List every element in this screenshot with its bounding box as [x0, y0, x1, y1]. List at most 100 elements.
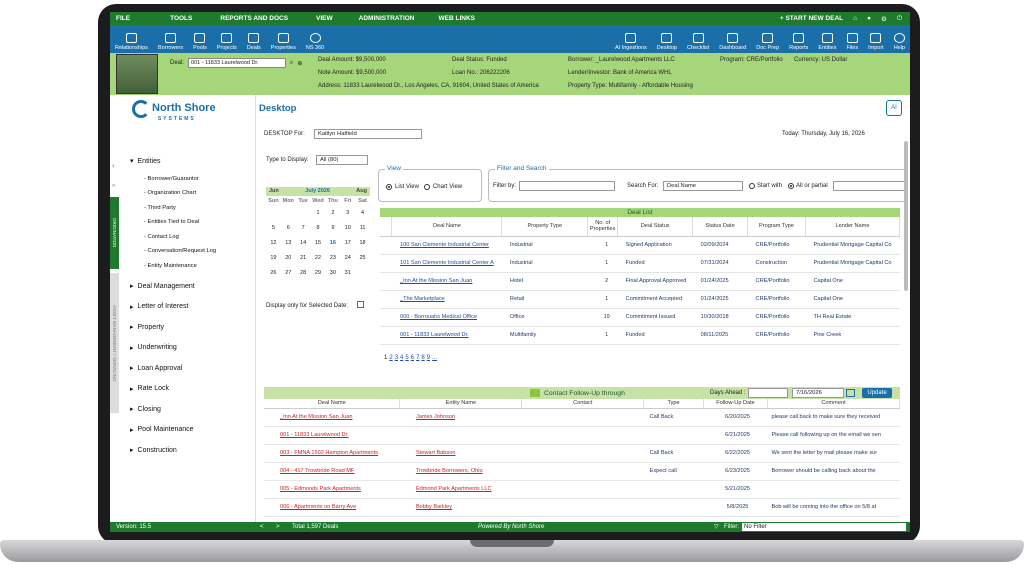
deal-row[interactable]: 001 - 11833 Laurelwood Dr. Multifamily 1 Fu…	[380, 326, 900, 345]
followup-deal-link[interactable]: 003 - FMNA 1502 Hampton Apartments	[264, 444, 400, 463]
calendar-day[interactable]: 7	[296, 221, 311, 236]
calendar-day[interactable]: 22	[311, 251, 326, 266]
followup-row[interactable]: 006 - Apartments on Barry Ave Bobby Barkl…	[264, 498, 900, 517]
menu-tools[interactable]: TOOLS	[164, 15, 204, 22]
desktop-scrollbar[interactable]	[904, 141, 908, 291]
cf-col-contact[interactable]: Contact	[521, 399, 645, 409]
settings-icon[interactable]: ⚙	[881, 15, 887, 23]
followup-entity-link[interactable]: Edmond Park Apartments LLC	[399, 480, 522, 499]
calendar-day[interactable]: 31	[340, 266, 355, 281]
calendar-day[interactable]: 6	[281, 221, 296, 236]
menu-view[interactable]: VIEW	[310, 15, 345, 22]
page-link[interactable]: 4	[400, 355, 403, 361]
user-icon[interactable]: ●	[867, 15, 871, 22]
search-for-select[interactable]: Deal Name	[663, 181, 743, 191]
nav-loan-approval[interactable]: ▸ Loan Approval	[130, 358, 216, 379]
followup-deal-link[interactable]: 001 - 11833 Laurelwood Dr.	[264, 426, 400, 445]
cf-col-type[interactable]: Type	[643, 399, 705, 409]
tab-origination[interactable]: ORIGINATION	[110, 197, 119, 269]
deal-name-link[interactable]: 001 - 11833 Laurelwood Dr.	[391, 326, 502, 345]
calendar-day[interactable]: 29	[311, 266, 326, 281]
next-page-icon[interactable]: >	[276, 522, 280, 532]
nav-pool-maintenance[interactable]: ▸ Pool Maintenance	[130, 420, 216, 441]
start-new-deal-button[interactable]: + START NEW DEAL	[780, 15, 843, 22]
list-view-radio[interactable]	[386, 184, 392, 190]
deal-row-select[interactable]	[380, 290, 392, 309]
calendar-day[interactable]: 28	[296, 266, 311, 281]
calendar-day[interactable]: 23	[325, 251, 340, 266]
power-icon[interactable]: ⏻	[897, 15, 902, 23]
page-link[interactable]: 1	[384, 355, 387, 361]
deal-row[interactable]: 101 San Clemente Industrial Center A Indu…	[380, 254, 900, 273]
page-link[interactable]: 3	[395, 355, 398, 361]
toolbar-desktop[interactable]: Desktop	[652, 33, 682, 51]
deal-col-status-date[interactable]: Status Date	[692, 217, 749, 237]
page-link[interactable]: 9	[427, 355, 430, 361]
days-ahead-input[interactable]	[748, 388, 788, 398]
filter-by-select[interactable]	[519, 181, 615, 191]
nav-sub-entities-tied[interactable]: - Entities Tied to Deal	[130, 215, 216, 230]
deal-col-lender[interactable]: Lender Name	[805, 217, 901, 237]
calendar-day[interactable]: 21	[296, 251, 311, 266]
followup-row[interactable]: 004 - 417 Trowbride Road MF Trowbride Bor…	[264, 462, 900, 481]
deal-row[interactable]: _The Marketplace Retail 1 Commitment Accept…	[380, 290, 900, 309]
all-or-partial-radio[interactable]	[788, 183, 794, 189]
deal-name-link[interactable]: _Inn At the Mission San Juan	[391, 272, 502, 291]
calendar-day[interactable]: 18	[355, 236, 370, 251]
collapse-left-icon[interactable]: ‹	[112, 161, 115, 170]
nav-sub-organization-chart[interactable]: - Organization Chart	[130, 186, 216, 201]
followup-deal-link[interactable]: 006 - Apartments on Barry Ave	[264, 498, 400, 517]
deal-row-select[interactable]	[380, 272, 392, 291]
deal-col-program[interactable]: Program Type	[747, 217, 806, 237]
toolbar-reports[interactable]: Reports	[784, 33, 813, 51]
followup-row[interactable]: 001 - 11833 Laurelwood Dr. 6/21/2025 Pleas…	[264, 426, 900, 445]
nav-letter-of-interest[interactable]: ▸ Letter of Interest	[130, 297, 216, 318]
calendar-day[interactable]: 25	[355, 251, 370, 266]
toolbar-pools[interactable]: Pools	[188, 33, 212, 51]
deal-col-status[interactable]: Deal Status	[617, 217, 694, 237]
toolbar-dashboard[interactable]: Dashboard	[714, 33, 751, 51]
deal-col-name[interactable]: Deal Name	[391, 217, 503, 237]
toolbar-ns360[interactable]: NS 360	[301, 33, 329, 51]
followup-deal-link[interactable]: 004 - 417 Trowbride Road MF	[264, 462, 400, 481]
deal-select[interactable]: 001 - 11833 Laurelwood Dr.	[188, 58, 287, 68]
deal-row-select[interactable]	[380, 308, 392, 327]
page-link[interactable]: 8	[421, 355, 424, 361]
deal-col-properties[interactable]: No. of Properties	[587, 217, 619, 237]
deal-row[interactable]: _Inn At the Mission San Juan Hotel 2 Final …	[380, 272, 900, 291]
tab-asset-management[interactable]: ASSET MANAGEMENT / SERVICING	[110, 273, 119, 413]
cf-col-entity[interactable]: Entity Name	[399, 399, 523, 409]
status-filter-select[interactable]: No Filter	[742, 523, 906, 531]
calendar-prev[interactable]: Jun	[269, 187, 279, 196]
calendar-day[interactable]: 12	[266, 236, 281, 251]
nav-sub-third-party[interactable]: - Third Party	[130, 201, 216, 216]
nav-property[interactable]: ▸ Property	[130, 317, 216, 338]
calendar-day[interactable]: 5	[266, 221, 281, 236]
followup-entity-link[interactable]: James Johnson	[399, 408, 522, 427]
calendar-day[interactable]: 15	[311, 236, 326, 251]
cf-col-date[interactable]: Follow-Up Date	[703, 399, 768, 409]
calendar-icon[interactable]	[846, 389, 855, 397]
calendar-day[interactable]: 8	[311, 221, 326, 236]
calendar-day[interactable]: 30	[325, 266, 340, 281]
cf-col-comment[interactable]: Comment	[767, 399, 900, 409]
nav-sub-borrower-guarantor[interactable]: - Borrower/Guarantor	[130, 172, 216, 187]
followup-row[interactable]: _Inn At the Mission San Juan James Johnso…	[264, 408, 900, 427]
calendar-day[interactable]: 24	[340, 251, 355, 266]
toolbar-checklist[interactable]: Checklist	[682, 33, 714, 51]
toolbar-properties[interactable]: Properties	[266, 33, 301, 51]
type-display-select[interactable]: All (80)	[316, 155, 368, 165]
menu-administration[interactable]: ADMINISTRATION	[353, 15, 427, 22]
prev-page-icon[interactable]: <	[260, 522, 264, 532]
calendar-day[interactable]: 14	[296, 236, 311, 251]
desktop-for-select[interactable]: Kaitlyn Hatfield	[314, 129, 422, 139]
followup-entity-link[interactable]: Stewart Babson	[399, 444, 522, 463]
deal-name-link[interactable]: _The Marketplace	[391, 290, 502, 309]
toolbar-doc-prep[interactable]: Doc Prep	[751, 33, 784, 51]
cf-col-deal[interactable]: Deal Name	[264, 399, 401, 409]
start-with-radio[interactable]	[749, 183, 755, 189]
deal-col-property-type[interactable]: Property Type	[501, 217, 589, 237]
ai-assistant-icon[interactable]: AI	[886, 100, 902, 116]
followup-deal-link[interactable]: 005 - Edmonds Park Apartments	[264, 480, 400, 499]
calendar-day[interactable]: 11	[355, 221, 370, 236]
